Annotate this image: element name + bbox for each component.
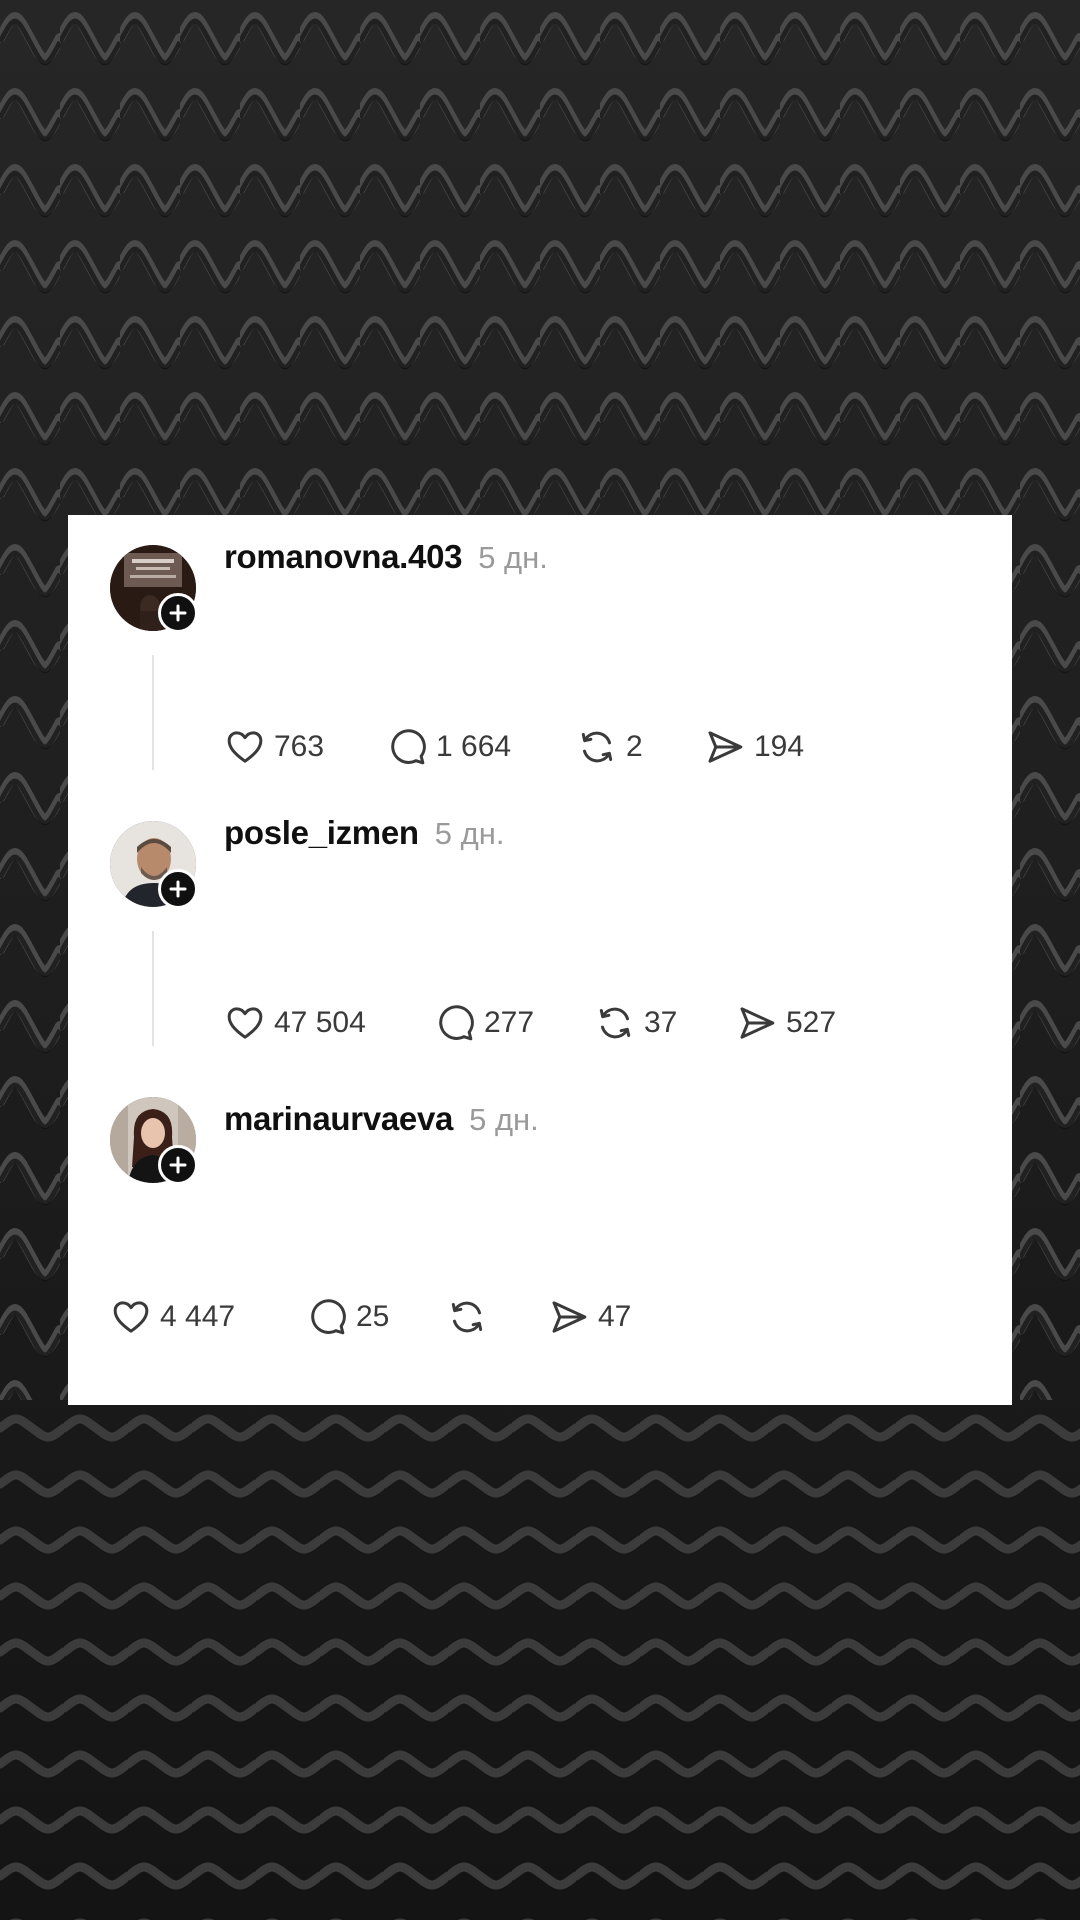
- plus-icon: [169, 1156, 187, 1174]
- comment-count: 277: [484, 1006, 535, 1039]
- post-3: marinaurvaeva 5 дн. 4 447 25 47: [68, 1067, 1012, 1405]
- plus-icon: [169, 880, 187, 898]
- post-actions: 47 504 277 37 527: [224, 999, 836, 1047]
- comment-bubble-icon: [391, 729, 426, 765]
- share-button[interactable]: 47: [548, 1297, 631, 1337]
- repost-button[interactable]: 37: [594, 1003, 736, 1043]
- like-button[interactable]: 47 504: [224, 1003, 434, 1043]
- like-count: 4 447: [160, 1300, 236, 1333]
- repost-button[interactable]: [446, 1297, 548, 1337]
- like-button[interactable]: 763: [224, 727, 386, 767]
- repost-count: 2: [626, 730, 643, 763]
- post-actions: 4 447 25 47: [110, 1293, 631, 1341]
- share-button[interactable]: 194: [704, 727, 804, 767]
- comment-button[interactable]: 1 664: [386, 727, 576, 767]
- threads-feed-card: romanovna.403 5 дн. 763 1 664 2 194 posl…: [68, 515, 1012, 1405]
- like-count: 47 504: [274, 1006, 366, 1039]
- thread-line: [152, 931, 154, 1046]
- share-count: 47: [598, 1300, 632, 1333]
- post-time: 5 дн.: [469, 1102, 539, 1137]
- share-button[interactable]: 527: [736, 1003, 836, 1043]
- follow-button[interactable]: [158, 593, 198, 633]
- comment-bubble-icon: [311, 1299, 346, 1335]
- plus-icon: [169, 604, 187, 622]
- like-count: 763: [274, 730, 325, 763]
- repost-icon: [599, 1007, 631, 1039]
- post-time: 5 дн.: [434, 816, 505, 851]
- repost-button[interactable]: 2: [576, 727, 704, 767]
- send-icon: [740, 1007, 775, 1039]
- post-time: 5 дн.: [478, 540, 548, 575]
- avatar[interactable]: [110, 545, 198, 633]
- post-2: posle_izmen 5 дн. 47 504 277 37 527: [68, 791, 1012, 1061]
- follow-button[interactable]: [158, 1145, 198, 1185]
- heart-icon: [227, 731, 263, 763]
- heart-icon: [113, 1301, 149, 1333]
- thread-line: [152, 655, 154, 770]
- share-count: 194: [754, 730, 805, 763]
- comment-button[interactable]: 277: [434, 1003, 594, 1043]
- repost-icon: [581, 731, 613, 763]
- username[interactable]: posle_izmen: [224, 814, 419, 852]
- post-actions: 763 1 664 2 194: [224, 723, 804, 771]
- avatar[interactable]: [110, 1097, 198, 1185]
- comment-button[interactable]: 25: [306, 1297, 446, 1337]
- post-1: romanovna.403 5 дн. 763 1 664 2 194: [68, 515, 1012, 785]
- send-icon: [708, 731, 743, 763]
- comment-count: 25: [356, 1300, 390, 1333]
- repost-count: 37: [644, 1006, 678, 1039]
- share-count: 527: [786, 1006, 837, 1039]
- comment-count: 1 664: [436, 730, 512, 763]
- send-icon: [552, 1301, 587, 1333]
- repost-icon: [451, 1301, 483, 1333]
- avatar[interactable]: [110, 821, 198, 909]
- follow-button[interactable]: [158, 869, 198, 909]
- comment-bubble-icon: [439, 1005, 474, 1041]
- heart-icon: [227, 1007, 263, 1039]
- username[interactable]: marinaurvaeva: [224, 1100, 453, 1138]
- username[interactable]: romanovna.403: [224, 538, 463, 576]
- like-button[interactable]: 4 447: [110, 1297, 306, 1337]
